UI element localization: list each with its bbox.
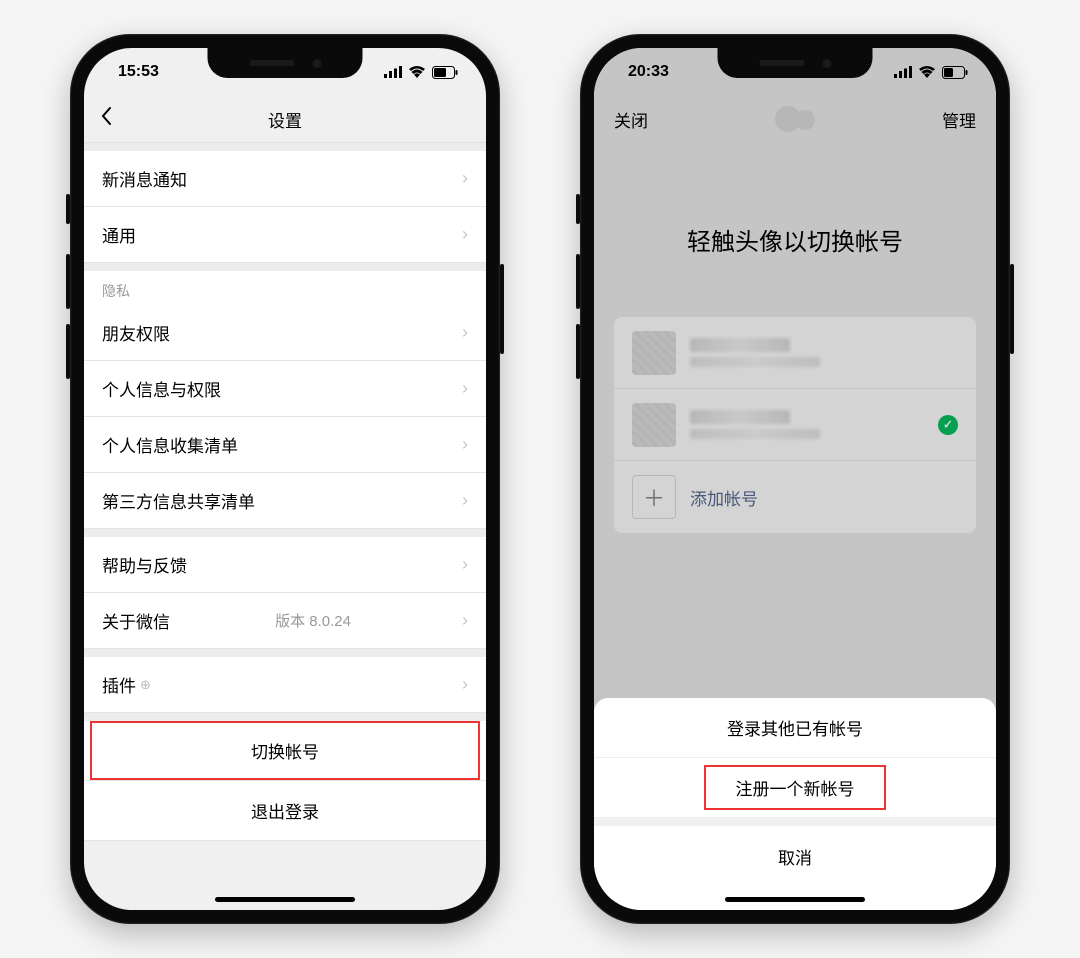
chevron-right-icon: › xyxy=(462,322,468,343)
back-button[interactable] xyxy=(100,105,112,133)
row-label: 插件 xyxy=(102,672,136,697)
row-plugins[interactable]: 插件 ⊕ › xyxy=(84,657,486,713)
chevron-right-icon: › xyxy=(462,378,468,399)
row-label: 第三方信息共享清单 xyxy=(102,488,255,513)
chevron-right-icon: › xyxy=(462,674,468,695)
phone-left: 15:53 设置 新消息通知 › xyxy=(70,34,500,924)
chevron-right-icon: › xyxy=(462,168,468,189)
row-personal-info-permission[interactable]: 个人信息与权限 › xyxy=(84,361,486,417)
section-header-privacy: 隐私 xyxy=(84,263,486,305)
notch xyxy=(208,48,363,78)
sheet-register-new[interactable]: 注册一个新帐号 xyxy=(594,758,996,818)
sheet-label: 登录其他已有帐号 xyxy=(727,715,863,740)
row-label: 通用 xyxy=(102,222,136,247)
row-label: 帮助与反馈 xyxy=(102,552,187,577)
sheet-login-existing[interactable]: 登录其他已有帐号 xyxy=(594,698,996,758)
row-label: 个人信息与权限 xyxy=(102,376,221,401)
home-indicator[interactable] xyxy=(215,897,355,902)
row-label: 新消息通知 xyxy=(102,166,187,191)
row-label: 关于微信 xyxy=(102,608,170,633)
row-label: 朋友权限 xyxy=(102,320,170,345)
sheet-cancel[interactable]: 取消 xyxy=(594,826,996,886)
screen-switch-account: 20:33 关闭 管理 轻触头像以切换帐号 xyxy=(594,48,996,910)
notch xyxy=(718,48,873,78)
chevron-right-icon: › xyxy=(462,224,468,245)
screen-settings: 15:53 设置 新消息通知 › xyxy=(84,48,486,910)
row-general[interactable]: 通用 › xyxy=(84,207,486,263)
sheet-label: 注册一个新帐号 xyxy=(736,775,855,800)
about-version: 版本 8.0.24 xyxy=(275,610,351,631)
battery-icon xyxy=(432,66,458,79)
row-logout[interactable]: 退出登录 xyxy=(84,781,486,841)
signal-icon xyxy=(384,66,402,78)
chevron-right-icon: › xyxy=(462,554,468,575)
action-sheet: 登录其他已有帐号 注册一个新帐号 取消 xyxy=(594,698,996,910)
chevron-right-icon: › xyxy=(462,434,468,455)
status-time: 15:53 xyxy=(118,63,159,81)
page-title: 设置 xyxy=(268,107,302,132)
row-about[interactable]: 关于微信 版本 8.0.24 › xyxy=(84,593,486,649)
row-thirdparty-info-sharing-list[interactable]: 第三方信息共享清单 › xyxy=(84,473,486,529)
row-personal-info-collection-list[interactable]: 个人信息收集清单 › xyxy=(84,417,486,473)
row-switch-account[interactable]: 切换帐号 xyxy=(84,721,486,781)
phone-right: 20:33 关闭 管理 轻触头像以切换帐号 xyxy=(580,34,1010,924)
row-new-message-notifications[interactable]: 新消息通知 › xyxy=(84,151,486,207)
wifi-icon xyxy=(408,66,426,78)
row-help-feedback[interactable]: 帮助与反馈 › xyxy=(84,537,486,593)
nav-bar: 设置 xyxy=(84,96,486,142)
row-label: 切换帐号 xyxy=(251,738,319,763)
chevron-right-icon: › xyxy=(462,490,468,511)
row-label: 退出登录 xyxy=(251,798,319,823)
sheet-label: 取消 xyxy=(778,844,812,869)
row-label: 个人信息收集清单 xyxy=(102,432,238,457)
chevron-right-icon: › xyxy=(462,610,468,631)
plugin-badge-icon: ⊕ xyxy=(140,677,151,693)
home-indicator[interactable] xyxy=(725,897,865,902)
row-friends-permission[interactable]: 朋友权限 › xyxy=(84,305,486,361)
